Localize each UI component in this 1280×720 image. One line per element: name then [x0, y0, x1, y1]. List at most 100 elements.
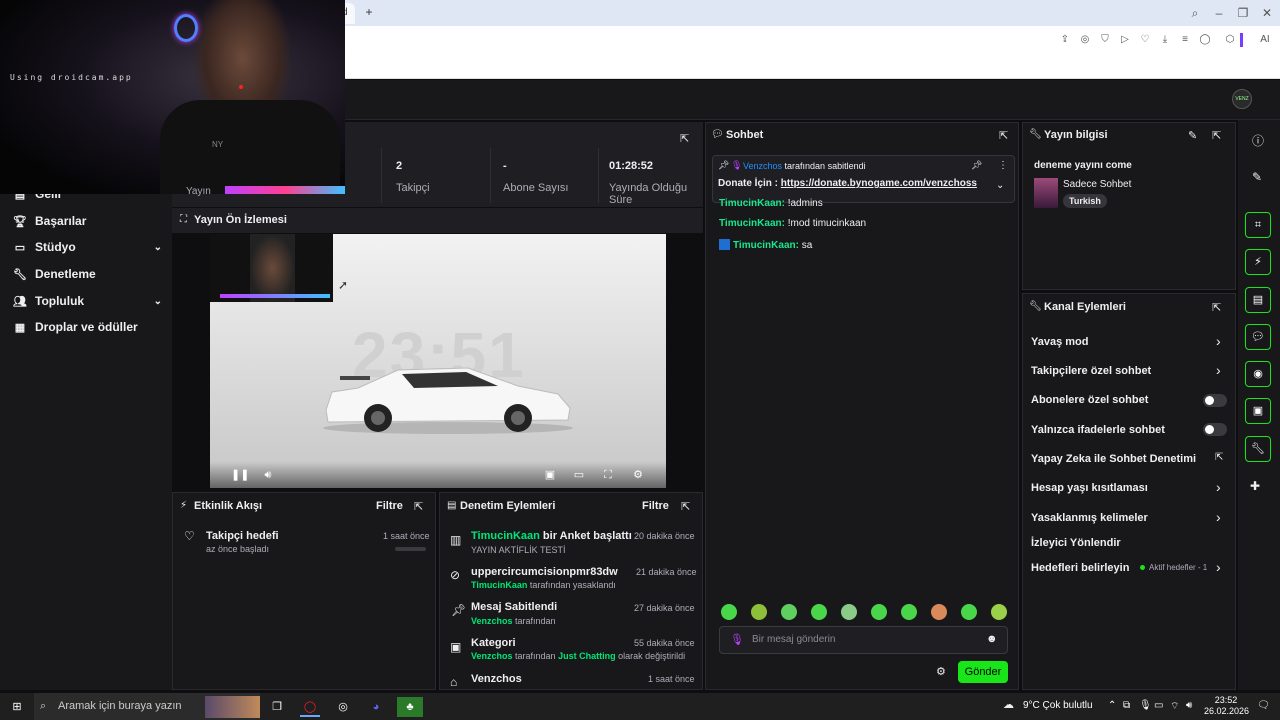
emote-icon[interactable]: [901, 604, 917, 620]
emote-icon[interactable]: [991, 604, 1007, 620]
popout-icon[interactable]: ⇱: [681, 500, 690, 513]
chevron-right-icon[interactable]: ›: [1216, 509, 1221, 525]
sidebar-item-topluluk[interactable]: 👥︎ Topluluk ⌄: [12, 290, 162, 312]
minimize-icon[interactable]: –: [1211, 5, 1227, 21]
quick-action-lightning[interactable]: ⚡︎: [1245, 249, 1271, 275]
close-icon[interactable]: ✕: [1259, 5, 1275, 21]
action-goals[interactable]: Hedefleri belirleyin: [1031, 562, 1129, 574]
pause-icon[interactable]: ❚❚: [231, 467, 249, 483]
extension-icon[interactable]: ⬡: [1223, 33, 1237, 47]
opera-icon[interactable]: ◯: [300, 697, 320, 717]
emote-icon[interactable]: [931, 604, 947, 620]
share-icon[interactable]: ⇪: [1058, 33, 1072, 47]
list-icon[interactable]: ≡: [1178, 33, 1192, 47]
emoji-icon[interactable]: ☻: [986, 633, 998, 645]
chevron-up-icon[interactable]: ⌃: [1108, 700, 1116, 711]
popout-icon[interactable]: ⇱: [414, 500, 423, 513]
sidebar-item-studyo[interactable]: ▭ Stüdyo ⌄: [12, 236, 162, 258]
profile-icon[interactable]: ◯: [1198, 33, 1212, 47]
chat-username[interactable]: TimucinKaan:: [733, 240, 799, 251]
emote-icon[interactable]: [721, 604, 737, 620]
settings-icon[interactable]: ⚙: [936, 665, 946, 678]
emote-icon[interactable]: [811, 604, 827, 620]
add-action-icon[interactable]: ✚: [1250, 479, 1260, 493]
stream-category[interactable]: Sadece Sohbet: [1063, 179, 1131, 190]
channel-avatar[interactable]: VENZ: [1232, 89, 1252, 109]
username[interactable]: Venzchos: [471, 651, 513, 661]
info-icon[interactable]: ⓘ: [1252, 132, 1264, 149]
chevron-right-icon[interactable]: ›: [1216, 559, 1221, 575]
donate-link[interactable]: https://donate.bynogame.com/venzchoss: [781, 178, 977, 189]
task-view-icon[interactable]: ❐: [267, 697, 287, 717]
activity-filter-button[interactable]: Filtre: [376, 500, 403, 512]
weather-text[interactable]: 9°C Çok bulutlu: [1023, 700, 1093, 711]
volume-icon[interactable]: 🔊︎: [1186, 700, 1192, 711]
discord-icon[interactable]: ◕: [366, 697, 386, 717]
obs-icon[interactable]: ◎: [333, 697, 353, 717]
wifi-icon[interactable]: ⌔: [1170, 700, 1179, 713]
sidebar-item-basarilar[interactable]: 🏆︎ Başarılar: [12, 210, 162, 232]
quick-action-chat[interactable]: 💬︎: [1245, 324, 1271, 350]
username[interactable]: Venzchos: [471, 616, 513, 626]
battery-icon[interactable]: ▭: [1154, 700, 1163, 711]
restore-icon[interactable]: ❐: [1235, 5, 1251, 21]
windows-start-icon[interactable]: ⊞: [7, 697, 27, 717]
camera-icon[interactable]: ◎: [1078, 33, 1092, 47]
clock[interactable]: 23:52 26.02.2026: [1204, 695, 1249, 717]
send-button[interactable]: Gönder: [958, 661, 1008, 683]
username[interactable]: TimucinKaan: [471, 580, 527, 590]
action-raid[interactable]: İzleyici Yönlendir: [1031, 537, 1121, 549]
stream-tag[interactable]: Turkish: [1063, 194, 1107, 208]
notifications-icon[interactable]: 🗨︎: [1257, 700, 1270, 711]
play-icon[interactable]: ▷: [1118, 33, 1132, 47]
emote-icon[interactable]: [841, 604, 857, 620]
moderation-filter-button[interactable]: Filtre: [642, 500, 669, 512]
theater-icon[interactable]: ▭: [571, 467, 587, 483]
popout-icon[interactable]: ⇱: [999, 129, 1008, 142]
download-icon[interactable]: ⤓: [1158, 33, 1172, 47]
chevron-down-icon[interactable]: ⌄: [996, 180, 1004, 191]
search-icon[interactable]: ⌕: [1187, 5, 1203, 21]
emote-icon[interactable]: [751, 604, 767, 620]
quick-action-clip[interactable]: ⌗: [1245, 212, 1271, 238]
action-slow-mode[interactable]: Yavaş mod: [1031, 336, 1088, 348]
external-link-icon[interactable]: ⇱: [1215, 452, 1223, 463]
popout-icon[interactable]: ⇱: [1212, 129, 1221, 142]
ai-button[interactable]: AI: [1254, 33, 1276, 47]
edit-icon[interactable]: ✎: [1252, 170, 1262, 184]
more-icon[interactable]: ⋮: [998, 160, 1008, 171]
sidebar-item-denetleme[interactable]: 🔧︎ Denetleme: [12, 263, 162, 285]
popout-icon[interactable]: ⇱: [680, 129, 689, 147]
chevron-right-icon[interactable]: ›: [1216, 333, 1221, 349]
emote-icon[interactable]: [781, 604, 797, 620]
mic-icon[interactable]: 🎙︎: [1139, 700, 1152, 711]
username[interactable]: TimucinKaan: [471, 530, 540, 542]
subscribers-only-toggle[interactable]: [1203, 394, 1227, 407]
quick-action-wrench[interactable]: 🔧︎: [1245, 436, 1271, 462]
action-ai-moderation[interactable]: Yapay Zeka ile Sohbet Denetimi: [1031, 453, 1196, 465]
settings-icon[interactable]: ⚙: [630, 467, 646, 483]
action-account-age[interactable]: Hesap yaşı kısıtlaması: [1031, 482, 1148, 494]
popout-icon[interactable]: ⇱: [1212, 301, 1221, 314]
tray-app-icon[interactable]: ⧉: [1123, 700, 1130, 711]
chevron-right-icon[interactable]: ›: [1216, 362, 1221, 378]
unpin-icon[interactable]: 📌︎: [971, 160, 982, 171]
username[interactable]: Venzchos: [743, 161, 782, 171]
emote-icon[interactable]: [961, 604, 977, 620]
category-link[interactable]: Just Chatting: [558, 651, 616, 661]
quick-action-save[interactable]: ▣: [1245, 398, 1271, 424]
action-followers-only[interactable]: Takipçilere özel sohbet: [1031, 365, 1151, 377]
quick-action-document[interactable]: ▤: [1245, 287, 1271, 313]
miniplayer-icon[interactable]: ▣: [542, 467, 558, 483]
chat-username[interactable]: TimucinKaan:: [719, 218, 785, 229]
heart-icon[interactable]: ♡: [1138, 33, 1152, 47]
volume-icon[interactable]: 🔊︎: [260, 467, 276, 483]
new-tab-button[interactable]: +: [362, 5, 376, 19]
kick-app-icon[interactable]: ♣: [397, 697, 423, 717]
quick-action-broadcast[interactable]: ◉: [1245, 361, 1271, 387]
fullscreen-icon[interactable]: ⛶: [600, 467, 616, 483]
chat-username[interactable]: TimucinKaan:: [719, 198, 785, 208]
emote-icon[interactable]: [871, 604, 887, 620]
shield-icon[interactable]: ⛉: [1098, 33, 1112, 47]
sidebar-item-droplar[interactable]: ▦ Droplar ve ödüller: [12, 316, 162, 338]
